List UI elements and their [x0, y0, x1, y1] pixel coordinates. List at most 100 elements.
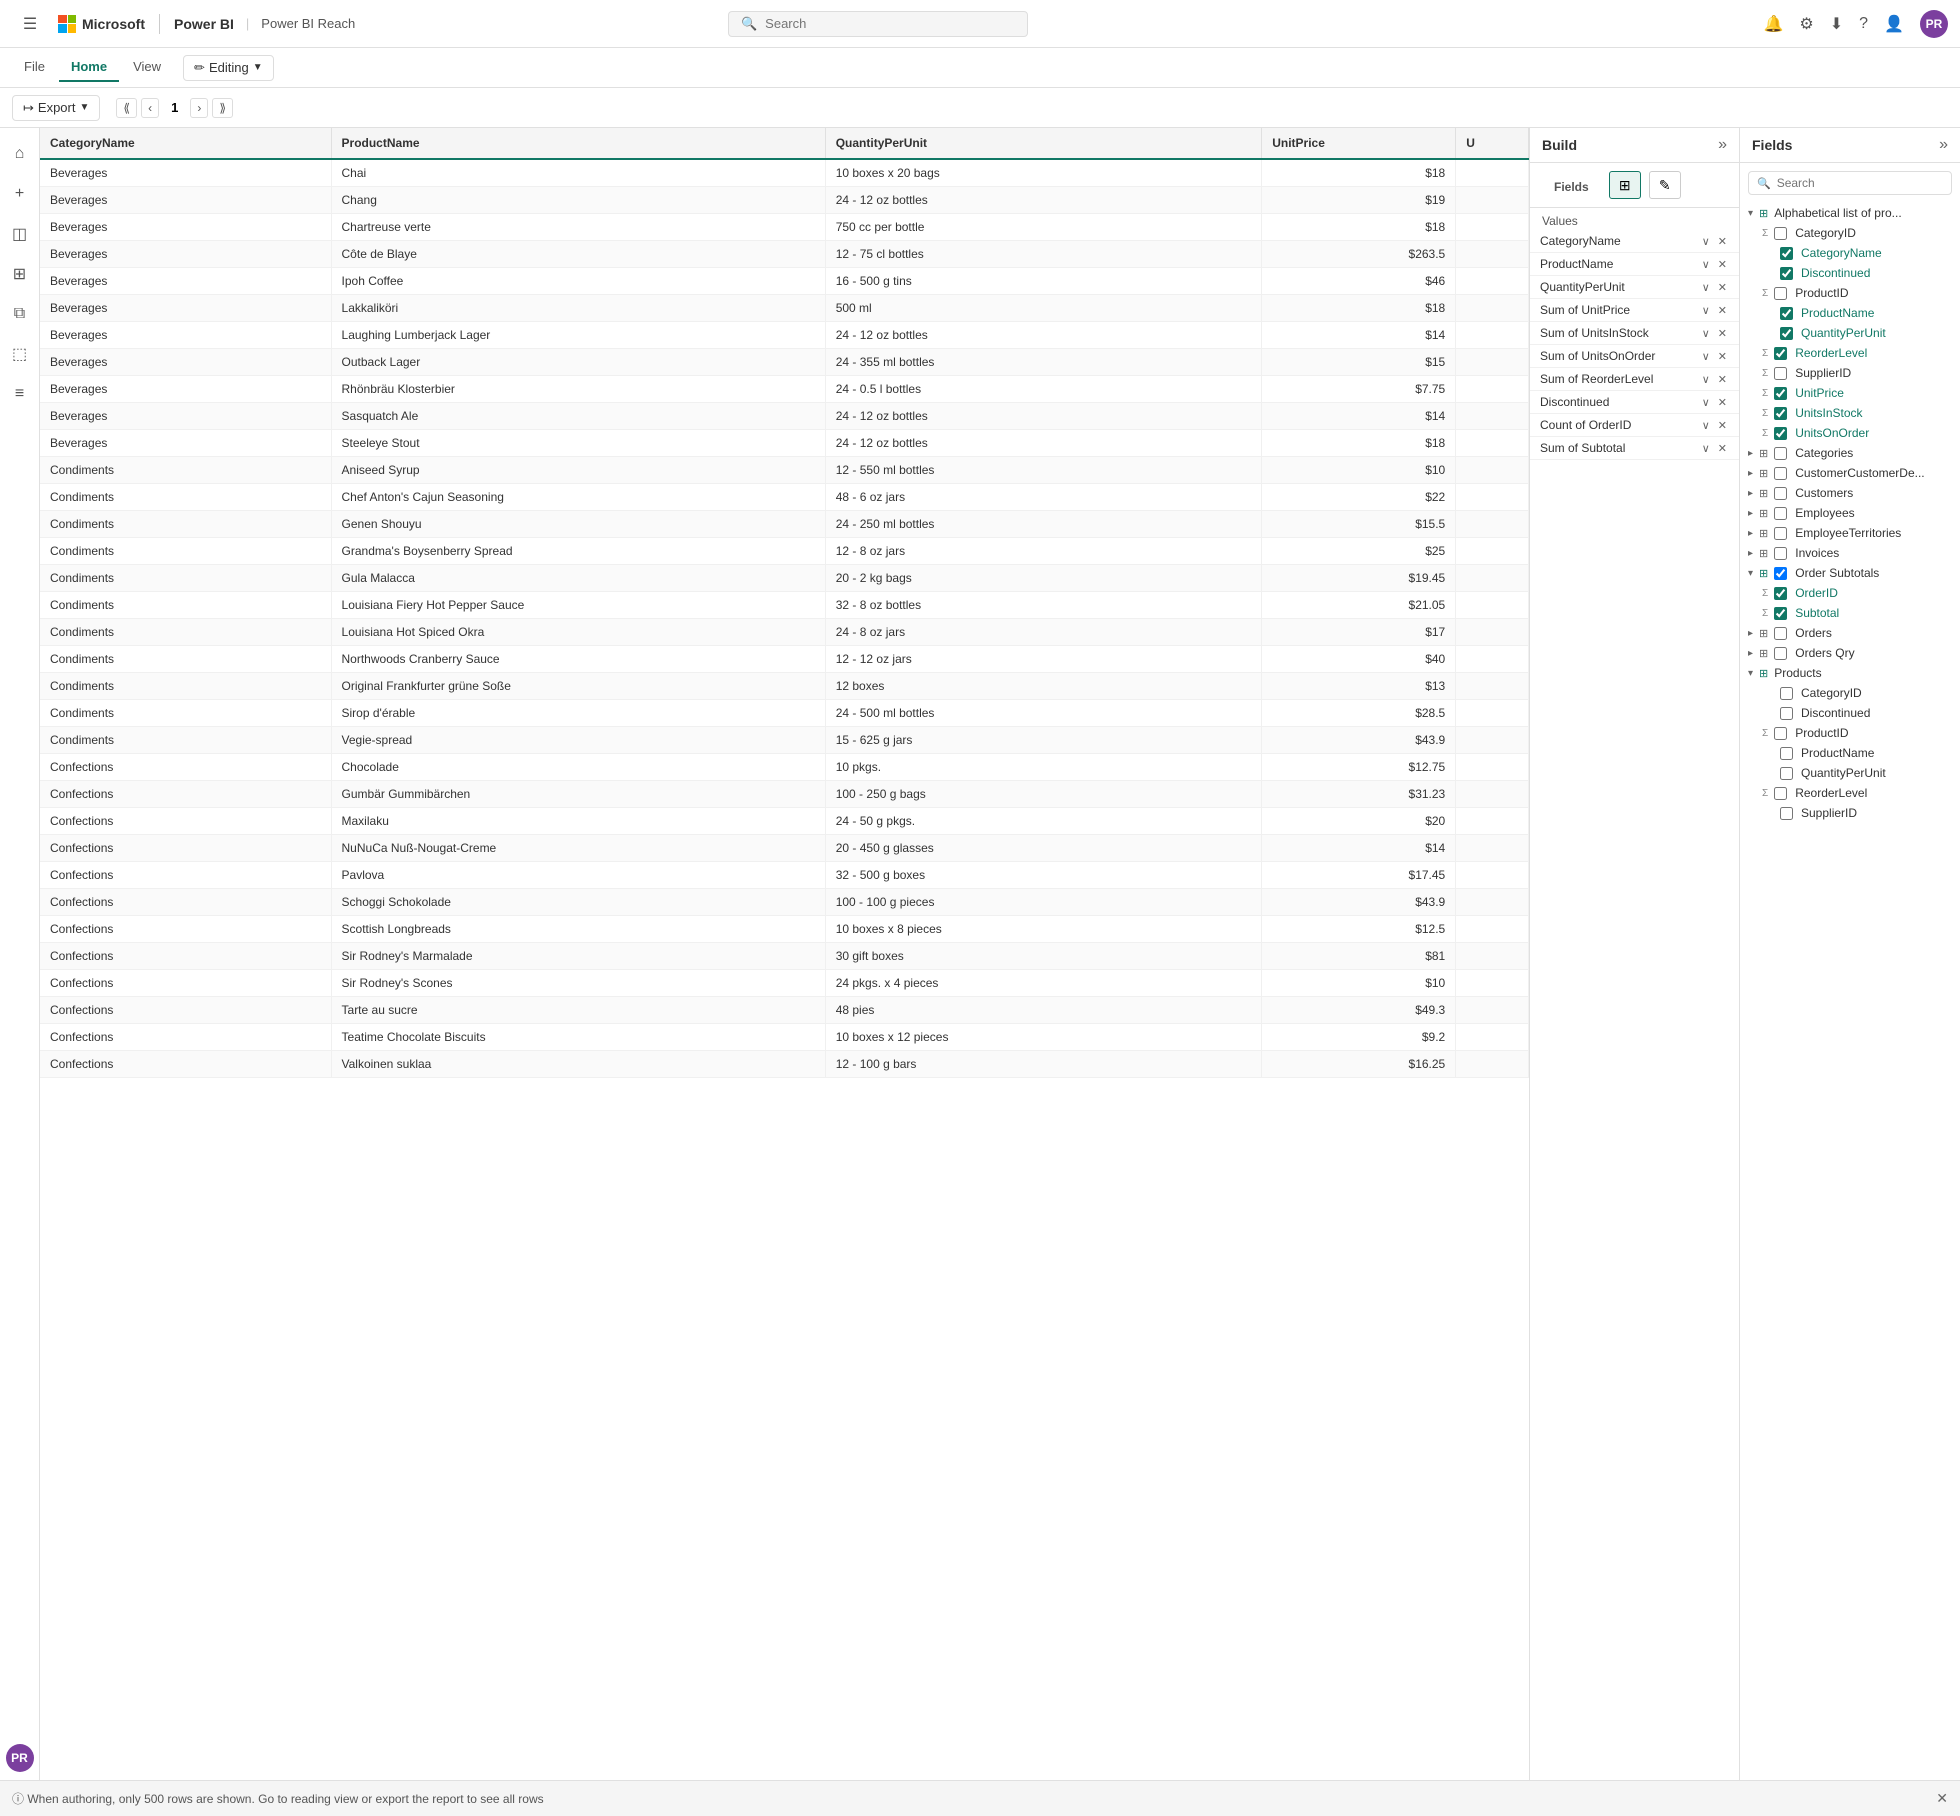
sidebar-home-icon[interactable]: ⌂ — [2, 136, 38, 172]
value-remove-button[interactable]: ✕ — [1716, 327, 1729, 340]
field-checkbox[interactable] — [1774, 227, 1787, 240]
fields-tree-field[interactable]: QuantityPerUnit — [1740, 763, 1960, 783]
value-remove-button[interactable]: ✕ — [1716, 235, 1729, 248]
editing-button[interactable]: ✏ Editing ▼ — [183, 55, 274, 81]
col-header-u[interactable]: U — [1456, 128, 1529, 159]
export-button[interactable]: ↦ Export ▼ — [12, 95, 100, 121]
fields-tree-table[interactable]: ▸ ⊞ Customers — [1740, 483, 1960, 503]
build-value-item[interactable]: Sum of UnitsInStock ∨ ✕ — [1530, 322, 1739, 345]
sidebar-avatar[interactable]: PR — [6, 1744, 34, 1772]
fields-tree-field[interactable]: Σ ProductID — [1740, 283, 1960, 303]
table-container[interactable]: CategoryName ProductName QuantityPerUnit… — [40, 128, 1529, 1780]
value-sort-button[interactable]: ∨ — [1700, 396, 1712, 409]
field-checkbox[interactable] — [1780, 327, 1793, 340]
tree-checkbox[interactable] — [1774, 627, 1787, 640]
value-sort-button[interactable]: ∨ — [1700, 304, 1712, 317]
field-checkbox[interactable] — [1774, 587, 1787, 600]
field-checkbox[interactable] — [1774, 347, 1787, 360]
field-checkbox[interactable] — [1774, 607, 1787, 620]
value-remove-button[interactable]: ✕ — [1716, 419, 1729, 432]
sidebar-add-icon[interactable]: + — [2, 176, 38, 212]
next-page-button[interactable]: › — [190, 98, 208, 118]
fields-tree-field[interactable]: Σ ReorderLevel — [1740, 783, 1960, 803]
tab-file[interactable]: File — [12, 53, 57, 82]
build-edit-icon[interactable]: ✎ — [1649, 171, 1681, 199]
tree-checkbox[interactable] — [1774, 467, 1787, 480]
col-header-qty[interactable]: QuantityPerUnit — [825, 128, 1262, 159]
value-remove-button[interactable]: ✕ — [1716, 258, 1729, 271]
fields-tree-field[interactable]: Σ CategoryID — [1740, 223, 1960, 243]
fields-tree-table[interactable]: ▸ ⊞ Orders — [1740, 623, 1960, 643]
value-remove-button[interactable]: ✕ — [1716, 442, 1729, 455]
field-checkbox[interactable] — [1774, 287, 1787, 300]
fields-panel-expand[interactable]: » — [1939, 136, 1948, 154]
fields-tree-field[interactable]: ProductName — [1740, 303, 1960, 323]
fields-tree-field[interactable]: CategoryID — [1740, 683, 1960, 703]
global-search[interactable]: 🔍 — [728, 11, 1028, 37]
first-page-button[interactable]: ⟪ — [116, 98, 137, 118]
help-icon[interactable]: ? — [1859, 15, 1868, 33]
prev-page-button[interactable]: ‹ — [141, 98, 159, 118]
bell-icon[interactable]: 🔔 — [1763, 14, 1783, 34]
last-page-button[interactable]: ⟫ — [212, 98, 233, 118]
field-checkbox[interactable] — [1774, 387, 1787, 400]
tree-checkbox[interactable] — [1774, 527, 1787, 540]
tree-checkbox[interactable] — [1774, 487, 1787, 500]
fields-tree-field[interactable]: Σ OrderID — [1740, 583, 1960, 603]
fields-tree-field[interactable]: Σ ReorderLevel — [1740, 343, 1960, 363]
user-icon[interactable]: 👤 — [1884, 14, 1904, 34]
fields-tree-field[interactable]: CategoryName — [1740, 243, 1960, 263]
fields-tree-field[interactable]: Discontinued — [1740, 263, 1960, 283]
value-sort-button[interactable]: ∨ — [1700, 373, 1712, 386]
value-sort-button[interactable]: ∨ — [1700, 235, 1712, 248]
fields-tree-field[interactable]: Σ SupplierID — [1740, 363, 1960, 383]
fields-tree-table[interactable]: ▸ ⊞ Categories — [1740, 443, 1960, 463]
field-checkbox[interactable] — [1780, 767, 1793, 780]
tab-home[interactable]: Home — [59, 53, 119, 82]
value-sort-button[interactable]: ∨ — [1700, 258, 1712, 271]
build-value-item[interactable]: Sum of UnitsOnOrder ∨ ✕ — [1530, 345, 1739, 368]
field-checkbox[interactable] — [1774, 727, 1787, 740]
value-sort-button[interactable]: ∨ — [1700, 442, 1712, 455]
tree-checkbox[interactable] — [1774, 567, 1787, 580]
field-checkbox[interactable] — [1774, 787, 1787, 800]
field-checkbox[interactable] — [1780, 307, 1793, 320]
build-table-icon[interactable]: ⊞ — [1609, 171, 1641, 199]
build-value-item[interactable]: Sum of Subtotal ∨ ✕ — [1530, 437, 1739, 460]
tree-checkbox[interactable] — [1774, 507, 1787, 520]
fields-tree-table[interactable]: ▸ ⊞ CustomerCustomerDe... — [1740, 463, 1960, 483]
build-value-item[interactable]: Discontinued ∨ ✕ — [1530, 391, 1739, 414]
field-checkbox[interactable] — [1780, 807, 1793, 820]
field-checkbox[interactable] — [1780, 247, 1793, 260]
sidebar-list-icon[interactable]: ≡ — [2, 376, 38, 412]
build-value-item[interactable]: Sum of ReorderLevel ∨ ✕ — [1530, 368, 1739, 391]
col-header-product[interactable]: ProductName — [331, 128, 825, 159]
field-checkbox[interactable] — [1780, 707, 1793, 720]
download-icon[interactable]: ⬇ — [1830, 14, 1843, 34]
field-checkbox[interactable] — [1774, 427, 1787, 440]
fields-tree-field[interactable]: Discontinued — [1740, 703, 1960, 723]
tree-checkbox[interactable] — [1774, 647, 1787, 660]
field-checkbox[interactable] — [1774, 367, 1787, 380]
fields-tree-field[interactable]: ProductName — [1740, 743, 1960, 763]
fields-tree-table[interactable]: ▸ ⊞ Orders Qry — [1740, 643, 1960, 663]
fields-tree-field[interactable]: Σ UnitsOnOrder — [1740, 423, 1960, 443]
fields-tree-field[interactable]: SupplierID — [1740, 803, 1960, 823]
fields-tree-field[interactable]: Σ Subtotal — [1740, 603, 1960, 623]
fields-tree-field[interactable]: QuantityPerUnit — [1740, 323, 1960, 343]
value-sort-button[interactable]: ∨ — [1700, 327, 1712, 340]
hamburger-icon[interactable]: ☰ — [12, 6, 48, 42]
value-remove-button[interactable]: ✕ — [1716, 304, 1729, 317]
fields-tree-field[interactable]: Σ UnitPrice — [1740, 383, 1960, 403]
fields-tree-field[interactable]: Σ UnitsInStock — [1740, 403, 1960, 423]
value-remove-button[interactable]: ✕ — [1716, 281, 1729, 294]
field-checkbox[interactable] — [1774, 407, 1787, 420]
sidebar-layers-icon[interactable]: ◫ — [2, 216, 38, 252]
build-panel-expand[interactable]: » — [1718, 136, 1727, 154]
build-value-item[interactable]: CategoryName ∨ ✕ — [1530, 230, 1739, 253]
fields-search-input[interactable] — [1777, 176, 1943, 190]
value-sort-button[interactable]: ∨ — [1700, 350, 1712, 363]
tree-checkbox[interactable] — [1774, 447, 1787, 460]
value-remove-button[interactable]: ✕ — [1716, 373, 1729, 386]
fields-tree-field[interactable]: Σ ProductID — [1740, 723, 1960, 743]
